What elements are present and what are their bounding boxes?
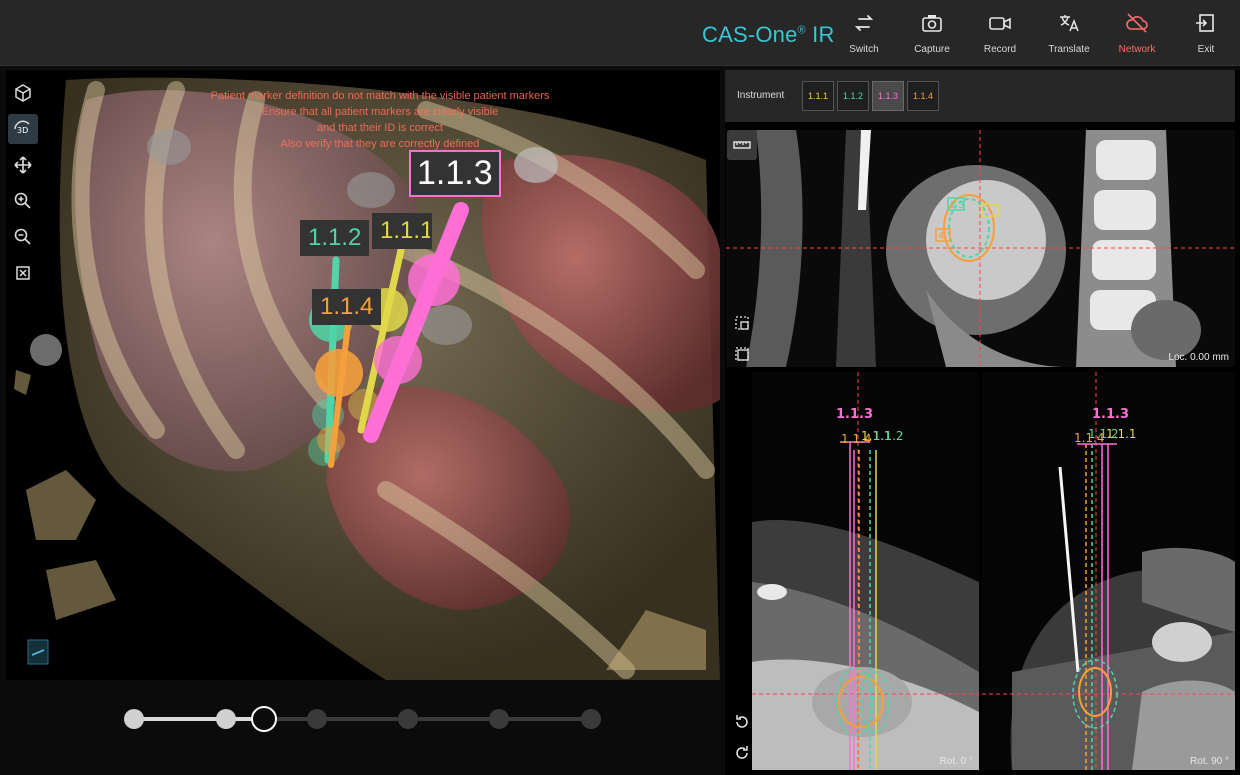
network-label: Network [1118,44,1156,55]
warning-line: and that their ID is correct [317,122,443,134]
ct-marker-label: 3 [958,200,964,211]
ct-probe-image-90: 1.1.3 1.1.4 1.1.2 1.1.1 [982,372,1235,770]
instrument-tag-112[interactable]: 1.1.2 [300,220,370,256]
layout-multi-button[interactable] [727,339,757,369]
exit-icon [1196,14,1214,32]
brand-name: CAS-One [702,22,798,47]
switch-icon [854,15,874,31]
ct-probe-view-0[interactable]: 1.1.3 1.1.4 1.1.1 1.1.2 Rot. 0 ° [752,372,979,770]
timeline-step[interactable] [398,709,418,729]
translate-button[interactable]: Translate [1039,10,1099,58]
ruler-icon [733,141,751,149]
3d-anatomy-render [14,77,720,680]
timeline-progress [134,717,263,721]
instrument-tag-114[interactable]: 1.1.4 [312,289,382,325]
timeline-step[interactable] [581,709,601,729]
ct-marker-label: 1 [984,206,990,217]
instrument-tag-111[interactable]: 1.1.1 [372,213,432,249]
switch-label: Switch [849,44,879,55]
ct-coronal-image: 2 3 4 1 [726,130,1235,367]
ct-marker-label: 2 [950,200,956,211]
timeline-step[interactable] [307,709,327,729]
workflow-timeline [0,682,722,775]
instrument-button-114[interactable]: 1.1.4 [907,81,939,111]
brand-suffix: IR [812,22,835,47]
rotation-readout: Rot. 90 ° [1189,756,1229,767]
move-icon [14,156,32,174]
instrument-tag-113[interactable]: 1.1.3 [409,150,501,197]
fit-view-icon [16,266,30,280]
timeline-step[interactable] [216,709,236,729]
record-label: Record [983,44,1017,55]
cube-icon [15,84,31,102]
probe-sub-label: 1.1.1 [1106,427,1137,441]
timeline-step[interactable] [489,709,509,729]
instrument-button-111[interactable]: 1.1.1 [802,81,834,111]
zoom-out-icon [14,228,31,245]
translate-label: Translate [1048,44,1090,55]
exit-button[interactable]: Exit [1176,10,1236,58]
translate-icon [1060,15,1079,32]
layout-split-icon [735,347,749,361]
rotation-readout: Rot. 0 ° [939,756,973,767]
timeline-step-current[interactable] [251,706,277,732]
pan-button[interactable] [8,150,38,180]
ct-coronal-view[interactable]: 2 3 4 1 Loc. 0.00 mm [726,130,1235,367]
exit-label: Exit [1197,44,1215,55]
fit-view-button[interactable] [8,258,38,288]
rotate-left-icon [736,715,748,728]
instrument-button-113[interactable]: 1.1.3 [872,81,904,111]
zoom-in-icon [14,192,31,209]
rotate-right-icon [736,746,748,759]
warning-line: Also verify that they are correctly defi… [280,138,480,150]
instrument-button-112[interactable]: 1.1.2 [837,81,869,111]
rotate-3d-icon: 3D [14,120,30,135]
view-tools: 3D [8,78,44,294]
orientation-widget [27,639,49,665]
timeline-step[interactable] [124,709,144,729]
top-bar: CAS-One® IR Switch Capture Record Transl… [0,0,1240,66]
camera-icon [922,15,942,32]
record-button[interactable]: Record [970,10,1030,58]
video-icon [989,17,1011,30]
3d-viewport[interactable]: Patient marker definition do not match w… [6,70,720,680]
instrument-label: Instrument [737,90,785,101]
3d-rotate-button[interactable]: 3D [8,114,38,144]
brand-registered-mark: ® [797,24,806,37]
marker-warning-message: Patient marker definition do not match w… [120,88,640,152]
probe-head-label: 1.1.3 [1092,407,1129,422]
capture-label: Capture [914,44,950,55]
layout-single-button[interactable] [727,308,757,338]
layout-select-icon [735,316,749,330]
app-brand: CAS-One® IR [702,22,835,48]
ct-marker-label: 4 [938,231,944,242]
warning-line: Ensure that all patient markers are clea… [261,106,499,118]
warning-line: Patient marker definition do not match w… [210,90,550,102]
ct-probe-image-0: 1.1.3 1.1.4 1.1.1 1.1.2 [752,372,979,770]
network-button[interactable]: Network [1107,10,1167,58]
measure-button[interactable] [727,130,757,160]
capture-button[interactable]: Capture [902,10,962,58]
switch-button[interactable]: Switch [834,10,894,58]
zoom-out-button[interactable] [8,222,38,252]
probe-sub-label: 1.1.2 [873,429,904,443]
probe-head-label: 1.1.3 [836,407,873,422]
cloud-offline-icon [1126,13,1148,33]
svg-text:3D: 3D [17,126,28,135]
ct-probe-view-90[interactable]: 1.1.3 1.1.4 1.1.2 1.1.1 Rot. 90 ° [982,372,1235,770]
slice-location: Loc. 0.00 mm [1168,352,1229,363]
reset-view-button[interactable] [8,78,38,108]
zoom-in-button[interactable] [8,186,38,216]
